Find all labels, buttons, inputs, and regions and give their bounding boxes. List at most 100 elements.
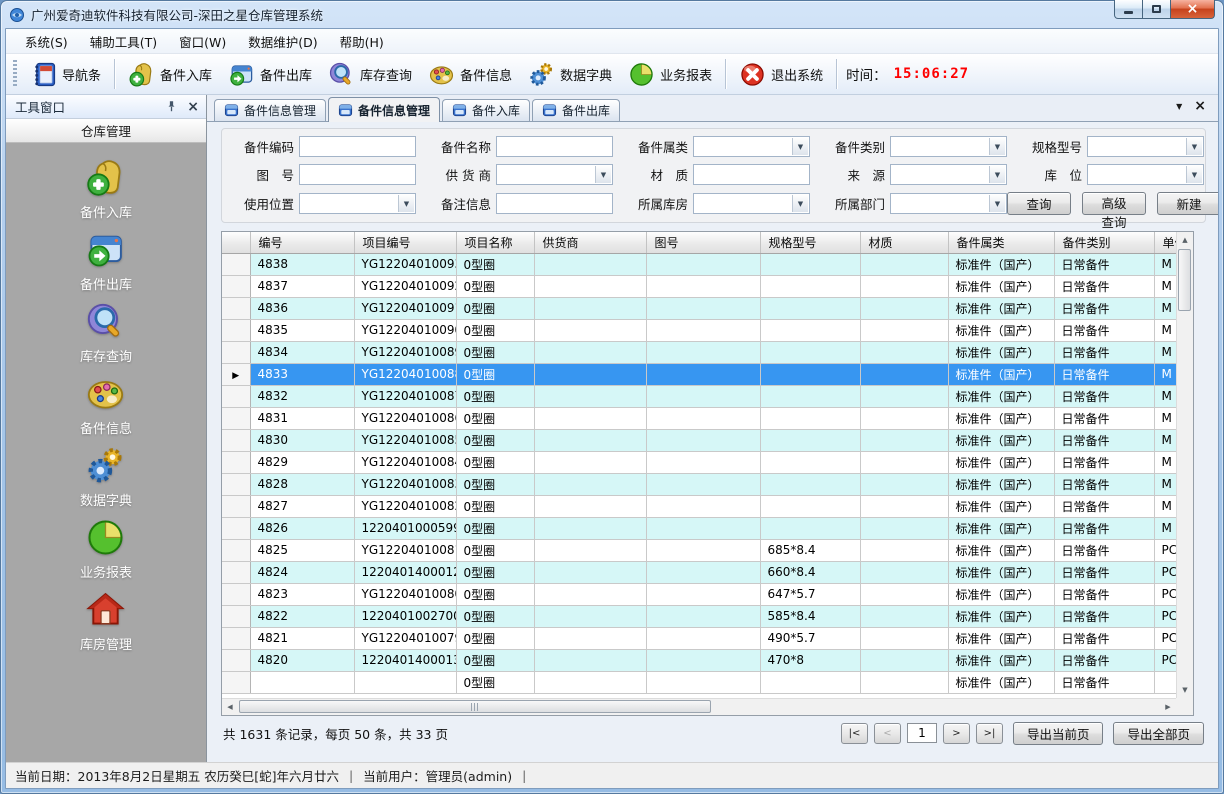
export-current-page-button[interactable]: 导出当前页 xyxy=(1013,722,1104,745)
column-header[interactable]: 图号 xyxy=(646,232,760,253)
field-input[interactable]: ▼ xyxy=(496,136,613,157)
field-input[interactable]: ▼ xyxy=(496,193,613,214)
sidebar-item[interactable]: 库存查询 xyxy=(80,301,132,365)
prev-page-button[interactable]: < xyxy=(874,723,901,744)
row-selector-cell[interactable]: ▶ xyxy=(222,517,250,539)
toolbar-button[interactable]: 业务报表 xyxy=(620,57,720,91)
toolbar-button[interactable]: 备件出库 xyxy=(220,57,320,91)
sidebar-item[interactable]: 备件信息 xyxy=(80,373,132,437)
field-input[interactable]: ▼ xyxy=(299,136,416,157)
field-input[interactable]: ▼ xyxy=(890,193,1007,214)
toolbar-button[interactable]: 库存查询 xyxy=(320,57,420,91)
table-row[interactable]: ▶ 4820 1220401400013 0型圈 470*8 xyxy=(222,649,1176,671)
row-selector-cell[interactable]: ▶ xyxy=(222,297,250,319)
table-row[interactable]: ▶ 0型圈 标准件（国产） xyxy=(222,671,1176,693)
row-selector-cell[interactable]: ▶ xyxy=(222,583,250,605)
field-input[interactable]: ▼ xyxy=(299,193,416,214)
field-input[interactable]: ▼ xyxy=(693,193,810,214)
row-selector-cell[interactable]: ▶ xyxy=(222,561,250,583)
row-selector-cell[interactable]: ▶ xyxy=(222,363,250,385)
tab[interactable]: 备件信息管理 xyxy=(328,97,440,122)
dropdown-arrow-icon[interactable]: ▼ xyxy=(989,166,1005,183)
toolbar-grip[interactable] xyxy=(13,60,17,88)
table-row[interactable]: ▶ 4831 YG12204010086 0型圈 xyxy=(222,407,1176,429)
search-action-button[interactable]: 高级查询 xyxy=(1082,192,1146,215)
sidebar-item[interactable]: 数据字典 xyxy=(80,445,132,509)
column-header[interactable]: 编号 xyxy=(250,232,354,253)
table-row[interactable]: ▶ 4823 YG12204010080 0型圈 647*5.7 xyxy=(222,583,1176,605)
dropdown-arrow-icon[interactable]: ▼ xyxy=(595,166,611,183)
row-selector-cell[interactable]: ▶ xyxy=(222,605,250,627)
scroll-up-icon[interactable]: ▲ xyxy=(1177,232,1193,248)
table-row[interactable]: ▶ 4821 YG12204010079 0型圈 490*5.7 xyxy=(222,627,1176,649)
pin-icon[interactable] xyxy=(165,100,178,113)
panel-close-icon[interactable]: × xyxy=(187,100,199,114)
row-selector-cell[interactable]: ▶ xyxy=(222,671,250,693)
column-header[interactable]: 项目名称 xyxy=(456,232,534,253)
table-row[interactable]: ▶ 4832 YG12204010087 0型圈 xyxy=(222,385,1176,407)
field-input[interactable]: ▼ xyxy=(890,136,1007,157)
field-input[interactable]: ▼ xyxy=(693,136,810,157)
row-selector-cell[interactable]: ▶ xyxy=(222,429,250,451)
field-input[interactable]: ▼ xyxy=(693,164,810,185)
tab-close-icon[interactable]: × xyxy=(1194,99,1206,113)
sidebar-item[interactable]: 业务报表 xyxy=(80,517,132,581)
sidebar-group-header[interactable]: 仓库管理 xyxy=(6,119,206,143)
table-row[interactable]: ▶ 4827 YG12204010082 0型圈 xyxy=(222,495,1176,517)
menu-item[interactable]: 数据维护(D) xyxy=(237,29,328,53)
menu-item[interactable]: 系统(S) xyxy=(14,29,79,53)
sidebar-item[interactable]: 备件入库 xyxy=(80,157,132,221)
table-row[interactable]: ▶ 4825 YG12204010081 0型圈 685*8.4 xyxy=(222,539,1176,561)
tab[interactable]: 备件信息管理 xyxy=(214,99,326,121)
export-all-pages-button[interactable]: 导出全部页 xyxy=(1113,722,1204,745)
table-row[interactable]: ▶ 4835 YG12204010090 0型圈 xyxy=(222,319,1176,341)
first-page-button[interactable]: |< xyxy=(841,723,868,744)
table-row[interactable]: ▶ 4822 1220401002700 0型圈 585*8.4 xyxy=(222,605,1176,627)
next-page-button[interactable]: > xyxy=(943,723,970,744)
vertical-scrollbar[interactable]: ▲ ▼ xyxy=(1176,232,1193,698)
row-selector-cell[interactable]: ▶ xyxy=(222,451,250,473)
page-number-input[interactable] xyxy=(907,723,937,743)
column-header[interactable]: 备件类别 xyxy=(1054,232,1154,253)
title-bar[interactable]: 广州爱奇迪软件科技有限公司-深田之星仓库管理系统 × xyxy=(5,1,1219,28)
horizontal-scrollbar[interactable]: ◀ ▶ xyxy=(222,698,1176,715)
table-row[interactable]: ▶ 4828 YG12204010083 0型圈 xyxy=(222,473,1176,495)
search-action-button[interactable]: 查询 xyxy=(1007,192,1071,215)
dropdown-arrow-icon[interactable]: ▼ xyxy=(792,195,808,212)
menu-item[interactable]: 窗口(W) xyxy=(168,29,237,53)
table-row[interactable]: ▶ 4826 1220401000599 0型圈 xyxy=(222,517,1176,539)
row-selector-cell[interactable]: ▶ xyxy=(222,473,250,495)
dropdown-arrow-icon[interactable]: ▼ xyxy=(1186,138,1202,155)
column-header[interactable]: 项目编号 xyxy=(354,232,456,253)
row-selector-cell[interactable]: ▶ xyxy=(222,539,250,561)
field-input[interactable]: ▼ xyxy=(496,164,613,185)
table-row[interactable]: ▶ 4837 YG12204010092 0型圈 xyxy=(222,275,1176,297)
field-input[interactable]: ▼ xyxy=(1087,136,1204,157)
dropdown-arrow-icon[interactable]: ▼ xyxy=(792,138,808,155)
scroll-right-icon[interactable]: ▶ xyxy=(1160,699,1176,715)
table-row[interactable]: ▶ 4834 YG12204010089 0型圈 xyxy=(222,341,1176,363)
row-selector-cell[interactable]: ▶ xyxy=(222,275,250,297)
field-input[interactable]: ▼ xyxy=(299,164,416,185)
field-input[interactable]: ▼ xyxy=(890,164,1007,185)
row-selector-cell[interactable]: ▶ xyxy=(222,385,250,407)
table-row[interactable]: ▶ 4829 YG12204010084 0型圈 xyxy=(222,451,1176,473)
sidebar-item[interactable]: 备件出库 xyxy=(80,229,132,293)
row-selector-cell[interactable]: ▶ xyxy=(222,627,250,649)
table-row[interactable]: ▶ 4833 YG12204010088 0型圈 xyxy=(222,363,1176,385)
tab[interactable]: 备件入库 xyxy=(442,99,530,121)
toolbar-button[interactable]: 数据字典 xyxy=(520,57,620,91)
column-header[interactable]: 备件属类 xyxy=(948,232,1054,253)
last-page-button[interactable]: >| xyxy=(976,723,1003,744)
tab-list-dropdown-icon[interactable]: ▼ xyxy=(1176,102,1182,111)
column-header[interactable]: 材质 xyxy=(860,232,948,253)
toolbar-button[interactable]: 备件入库 xyxy=(120,57,220,91)
field-input[interactable]: ▼ xyxy=(1087,164,1204,185)
column-header[interactable] xyxy=(222,232,250,253)
dropdown-arrow-icon[interactable]: ▼ xyxy=(398,195,414,212)
row-selector-cell[interactable]: ▶ xyxy=(222,649,250,671)
toolbar-button[interactable]: 备件信息 xyxy=(420,57,520,91)
tab[interactable]: 备件出库 xyxy=(532,99,620,121)
toolbar-button[interactable]: 退出系统 xyxy=(731,57,831,91)
dropdown-arrow-icon[interactable]: ▼ xyxy=(1186,166,1202,183)
